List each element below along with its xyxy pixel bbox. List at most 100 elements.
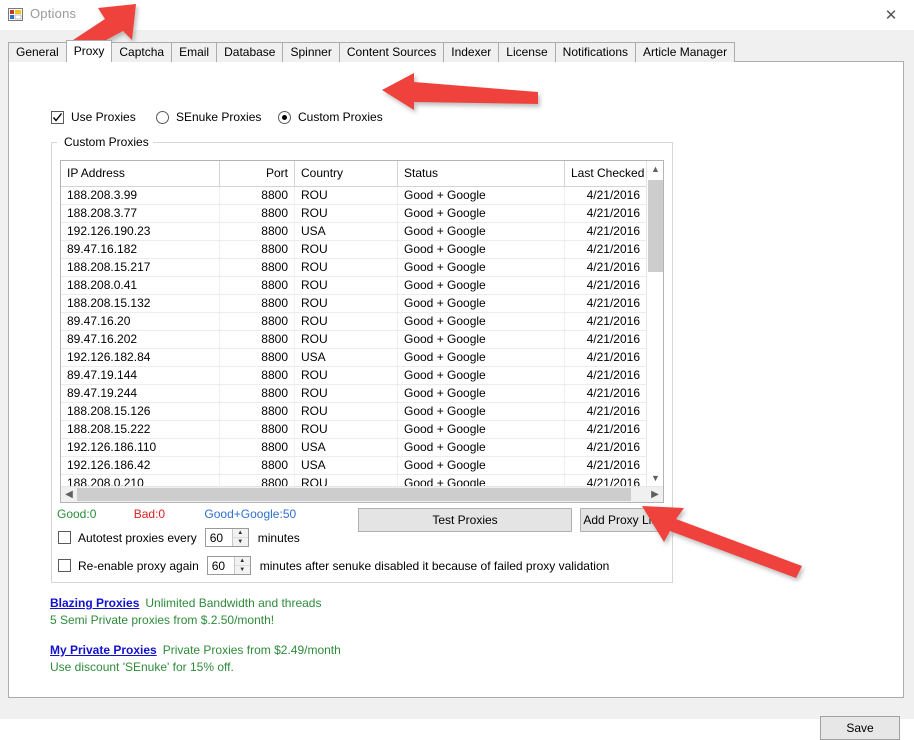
autotest-interval-stepper[interactable]: 60 ▲ ▼ (204, 528, 249, 547)
table-row[interactable]: 89.47.19.244 8800 ROU Good + Google 4/21/201… (61, 385, 646, 403)
table-row[interactable]: 188.208.15.126 8800 ROU Good + Google 4/21/2… (61, 403, 646, 421)
table-row[interactable]: 188.208.3.99 8800 ROU Good + Google 4/21/201… (61, 187, 646, 205)
autotest-stepper-buttons[interactable]: ▲ ▼ (231, 529, 248, 546)
tab-proxy[interactable]: Proxy (65, 40, 113, 62)
cell-country: USA (295, 457, 398, 474)
stepper-up-icon[interactable]: ▲ (232, 529, 248, 538)
cell-port: 8800 (220, 259, 295, 276)
scroll-down-icon[interactable]: ▼ (647, 470, 663, 487)
autotest-proxies-label: Autotest proxies every (78, 530, 197, 545)
table-row[interactable]: 192.126.186.110 8800 USA Good + Google 4/21/… (61, 439, 646, 457)
table-row[interactable]: 188.208.15.132 8800 ROU Good + Google 4/21/2… (61, 295, 646, 313)
my-private-proxies-link[interactable]: My Private Proxies (50, 643, 157, 657)
cell-ip-address: 192.126.190.23 (61, 223, 220, 240)
scroll-up-icon[interactable]: ▲ (647, 161, 663, 178)
grid-col-country[interactable]: Country (295, 161, 398, 186)
autotest-interval-value[interactable]: 60 (206, 531, 223, 545)
cell-last-checked: 4/21/2016 (586, 440, 640, 454)
close-icon[interactable]: ✕ (868, 0, 914, 30)
tab-license[interactable]: License (498, 42, 556, 62)
save-button[interactable]: Save (820, 716, 900, 740)
table-row[interactable]: 89.47.19.144 8800 ROU Good + Google 4/21/201… (61, 367, 646, 385)
reenable-interval-value[interactable]: 60 (208, 559, 225, 573)
window-title: Options (30, 6, 77, 21)
tab-database[interactable]: Database (216, 42, 284, 62)
grid-col-last-checked[interactable]: Last Checked (565, 161, 646, 186)
grid-horizontal-scrollbar[interactable]: ◀ ▶ (61, 486, 663, 502)
proxy-grid[interactable]: IP Address Port Country Status Last Chec… (60, 160, 664, 503)
table-row[interactable]: 89.47.16.202 8800 ROU Good + Google 4/21/201… (61, 331, 646, 349)
custom-proxies-radio[interactable] (278, 110, 291, 124)
autotest-proxies-checkbox[interactable] (58, 531, 71, 544)
use-proxies-option[interactable]: Use Proxies (51, 108, 136, 126)
cell-status: Good + Google (398, 367, 565, 384)
table-row[interactable]: 192.126.182.84 8800 USA Good + Google 4/21/2… (61, 349, 646, 367)
cell-last-checked: 4/21/2016 (586, 350, 640, 364)
custom-proxies-option[interactable]: Custom Proxies (278, 108, 383, 126)
reenable-interval-stepper[interactable]: 60 ▲ ▼ (206, 556, 251, 575)
grid-vertical-scrollbar[interactable]: ▲ ▼ (646, 161, 663, 487)
tab-general[interactable]: General (8, 42, 67, 62)
cell-country: ROU (295, 187, 398, 204)
table-row[interactable]: 192.126.186.42 8800 USA Good + Google 4/21/2… (61, 457, 646, 475)
table-row[interactable]: 188.208.15.217 8800 ROU Good + Google 4/21/2… (61, 259, 646, 277)
cell-last-checked: 4/21/2016 (586, 242, 640, 256)
tab-email[interactable]: Email (171, 42, 218, 62)
senuke-proxies-radio[interactable] (156, 110, 169, 124)
stepper-down-icon[interactable]: ▼ (235, 566, 250, 574)
table-row[interactable]: 188.208.15.222 8800 ROU Good + Google 4/21/2… (61, 421, 646, 439)
cell-country: ROU (295, 241, 398, 258)
table-row[interactable]: 192.126.190.23 8800 USA Good + Google 4/21/2… (61, 223, 646, 241)
cell-status: Good + Google (398, 205, 565, 222)
tab-spinner[interactable]: Spinner (282, 42, 340, 62)
cell-ip-address: 192.126.186.42 (61, 457, 220, 474)
tab-captcha[interactable]: Captcha (111, 42, 173, 62)
tab-content-sources[interactable]: Content Sources (338, 42, 445, 62)
stepper-up-icon[interactable]: ▲ (234, 557, 250, 566)
cell-country: USA (295, 439, 398, 456)
cell-status: Good + Google (398, 313, 565, 330)
cell-last-checked: 4/21/2016 (586, 422, 640, 436)
tab-notifications[interactable]: Notifications (554, 42, 637, 62)
cell-ip-address: 89.47.19.244 (61, 385, 220, 402)
table-row[interactable]: 188.208.3.77 8800 ROU Good + Google 4/21/201… (61, 205, 646, 223)
cell-status: Good + Google (398, 295, 565, 312)
table-row[interactable]: 89.47.16.182 8800 ROU Good + Google 4/21/201… (61, 241, 646, 259)
scroll-left-icon[interactable]: ◀ (61, 487, 77, 502)
blazing-proxies-link[interactable]: Blazing Proxies (50, 596, 139, 610)
grid-col-status[interactable]: Status (398, 161, 565, 186)
tab-article-manager[interactable]: Article Manager (635, 42, 736, 62)
tab-indexer[interactable]: Indexer (443, 42, 500, 62)
grid-body: 188.208.3.99 8800 ROU Good + Google 4/21/201… (61, 187, 646, 487)
cell-country: ROU (295, 421, 398, 438)
grid-col-port[interactable]: Port (220, 161, 295, 186)
grid-col-ip-address[interactable]: IP Address (61, 161, 220, 186)
senuke-proxies-option[interactable]: SEnuke Proxies (156, 108, 261, 126)
cell-status: Good + Google (398, 403, 565, 420)
cell-country: ROU (295, 313, 398, 330)
vertical-scroll-thumb[interactable] (648, 180, 663, 272)
cell-port: 8800 (220, 295, 295, 312)
cell-last-checked: 4/21/2016 (586, 332, 640, 346)
cell-status: Good + Google (398, 385, 565, 402)
cell-ip-address: 188.208.3.99 (61, 187, 220, 204)
count-good: Good:0 (57, 507, 97, 521)
add-proxy-list-button[interactable]: Add Proxy List (580, 508, 664, 532)
scroll-right-icon[interactable]: ▶ (647, 487, 663, 502)
cell-last-checked: 4/21/2016 (586, 224, 640, 238)
table-row[interactable]: 188.208.0.41 8800 ROU Good + Google 4/21/201… (61, 277, 646, 295)
stepper-down-icon[interactable]: ▼ (233, 538, 248, 546)
promo-blazing-proxies: Blazing Proxies Unlimited Bandwidth and t… (50, 595, 341, 629)
cell-port: 8800 (220, 367, 295, 384)
cell-port: 8800 (220, 349, 295, 366)
cell-country: ROU (295, 367, 398, 384)
test-proxies-button[interactable]: Test Proxies (358, 508, 572, 532)
reenable-proxy-checkbox[interactable] (58, 559, 71, 572)
reenable-stepper-buttons[interactable]: ▲ ▼ (233, 557, 250, 574)
cell-last-checked: 4/21/2016 (586, 368, 640, 382)
table-row[interactable]: 89.47.16.20 8800 ROU Good + Google 4/21/2016 (61, 313, 646, 331)
horizontal-scroll-thumb[interactable] (77, 488, 631, 501)
cell-ip-address: 188.208.15.132 (61, 295, 220, 312)
use-proxies-checkbox[interactable] (51, 110, 64, 124)
cell-port: 8800 (220, 205, 295, 222)
